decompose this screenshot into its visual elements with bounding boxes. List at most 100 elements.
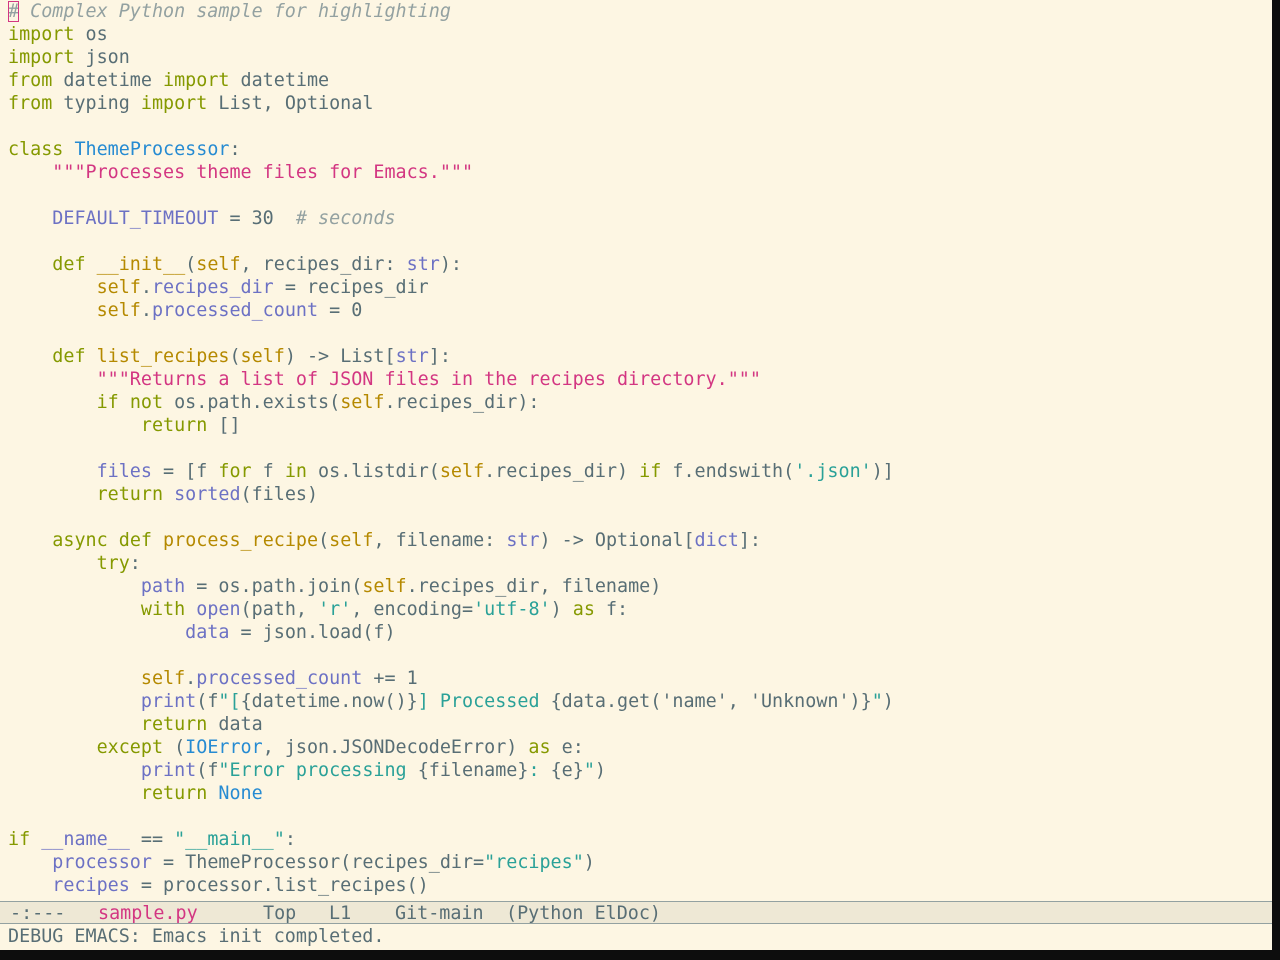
code-token: import — [8, 47, 75, 68]
code-line[interactable]: with open(path, 'r', encoding='utf-8') a… — [8, 598, 1272, 621]
code-token: return — [140, 714, 208, 735]
code-token: from — [8, 93, 53, 114]
code-token: # seconds — [295, 208, 396, 229]
code-line[interactable]: return sorted(files) — [8, 483, 1272, 506]
code-line[interactable] — [8, 322, 1272, 345]
code-line[interactable]: if not os.path.exists(self.recipes_dir): — [8, 391, 1272, 414]
code-line[interactable]: if __name__ == "__main__": — [8, 828, 1272, 851]
code-token: __name__ — [41, 829, 130, 850]
code-token: import — [140, 93, 208, 114]
modeline-vc-branch[interactable]: Git-main — [395, 902, 506, 925]
code-line[interactable]: # Complex Python sample for highlighting — [8, 0, 1272, 23]
code-token: print — [140, 691, 197, 712]
code-token: print — [140, 760, 197, 781]
code-line[interactable]: print(f"Error processing {filename}: {e}… — [8, 759, 1272, 782]
code-line[interactable] — [8, 115, 1272, 138]
code-line[interactable]: """Returns a list of JSON files in the r… — [8, 368, 1272, 391]
code-line[interactable]: except (IOError, json.JSONDecodeError) a… — [8, 736, 1272, 759]
modeline-position: Top — [263, 903, 297, 924]
code-token: if — [96, 392, 119, 413]
code-line[interactable]: return [] — [8, 414, 1272, 437]
code-token: "__main__" — [174, 829, 285, 850]
code-token: process_recipe — [163, 530, 319, 551]
code-line[interactable]: def __init__(self, recipes_dir: str): — [8, 253, 1272, 276]
code-line[interactable] — [8, 437, 1272, 460]
code-line[interactable]: data = json.load(f) — [8, 621, 1272, 644]
code-line[interactable]: self.processed_count = 0 — [8, 299, 1272, 322]
code-line[interactable]: files = [f for f in os.listdir(self.reci… — [8, 460, 1272, 483]
code-token: {filename} — [417, 760, 529, 781]
code-token: ] Processed — [417, 691, 551, 712]
code-token: = 0 — [318, 300, 363, 321]
code-line[interactable]: path = os.path.join(self.recipes_dir, fi… — [8, 575, 1272, 598]
code-line[interactable] — [8, 230, 1272, 253]
code-token: files — [96, 461, 152, 482]
code-token: = json.load(f) — [229, 622, 396, 643]
code-token: = 30 — [218, 208, 296, 229]
code-line[interactable]: import json — [8, 46, 1272, 69]
code-token: f.endswith( — [661, 461, 795, 482]
code-line[interactable]: processor = ThemeProcessor(recipes_dir="… — [8, 851, 1272, 874]
code-token: with — [140, 599, 186, 620]
code-token: 'r' — [318, 599, 352, 620]
code-line[interactable]: from typing import List, Optional — [8, 92, 1272, 115]
modeline-major-mode[interactable]: (Python ElDoc) — [506, 902, 661, 925]
code-line[interactable] — [8, 805, 1272, 828]
code-token: str — [506, 530, 540, 551]
code-token: : — [528, 760, 551, 781]
code-token: ( — [185, 254, 197, 275]
code-token: : — [229, 139, 241, 160]
code-token: ) — [882, 691, 894, 712]
code-line[interactable]: self.processed_count += 1 — [8, 667, 1272, 690]
code-line[interactable]: return data — [8, 713, 1272, 736]
code-line[interactable]: import os — [8, 23, 1272, 46]
code-line[interactable]: async def process_recipe(self, filename:… — [8, 529, 1272, 552]
code-line[interactable]: """Processes theme files for Emacs.""" — [8, 161, 1272, 184]
code-token: """Processes theme files for Emacs.""" — [52, 162, 474, 183]
code-line[interactable]: DEFAULT_TIMEOUT = 30 # seconds — [8, 207, 1272, 230]
code-line[interactable]: class ThemeProcessor: — [8, 138, 1272, 161]
code-token: if — [8, 829, 31, 850]
code-token: self — [329, 530, 374, 551]
code-token: list_recipes — [96, 346, 230, 367]
code-token: datetime — [229, 70, 330, 91]
modeline-line-number: L1 — [329, 903, 352, 924]
code-token: import — [8, 24, 75, 45]
code-token: " — [583, 760, 595, 781]
code-token: import — [163, 70, 230, 91]
code-token: .recipes_dir) — [484, 461, 640, 482]
code-line[interactable]: def list_recipes(self) -> List[str]: — [8, 345, 1272, 368]
code-token: ( — [229, 346, 241, 367]
code-line[interactable]: self.recipes_dir = recipes_dir — [8, 276, 1272, 299]
code-token: as — [572, 599, 595, 620]
code-token: " — [871, 691, 883, 712]
code-line[interactable]: return None — [8, 782, 1272, 805]
code-line[interactable]: from datetime import datetime — [8, 69, 1272, 92]
modeline-buffer-name[interactable]: sample.py — [98, 902, 263, 925]
code-buffer[interactable]: # Complex Python sample for highlighting… — [8, 0, 1272, 900]
code-token: os — [74, 24, 108, 45]
code-line[interactable] — [8, 644, 1272, 667]
code-line[interactable] — [8, 506, 1272, 529]
code-line[interactable]: try: — [8, 552, 1272, 575]
code-token: )] — [871, 461, 894, 482]
code-line[interactable] — [8, 184, 1272, 207]
code-token: return — [140, 415, 208, 436]
code-token: def — [118, 530, 152, 551]
code-token: ): — [439, 254, 463, 275]
code-line[interactable]: print(f"[{datetime.now()}] Processed {da… — [8, 690, 1272, 713]
code-token: datetime — [52, 70, 164, 91]
code-line[interactable]: recipes = processor.list_recipes() — [8, 874, 1272, 897]
